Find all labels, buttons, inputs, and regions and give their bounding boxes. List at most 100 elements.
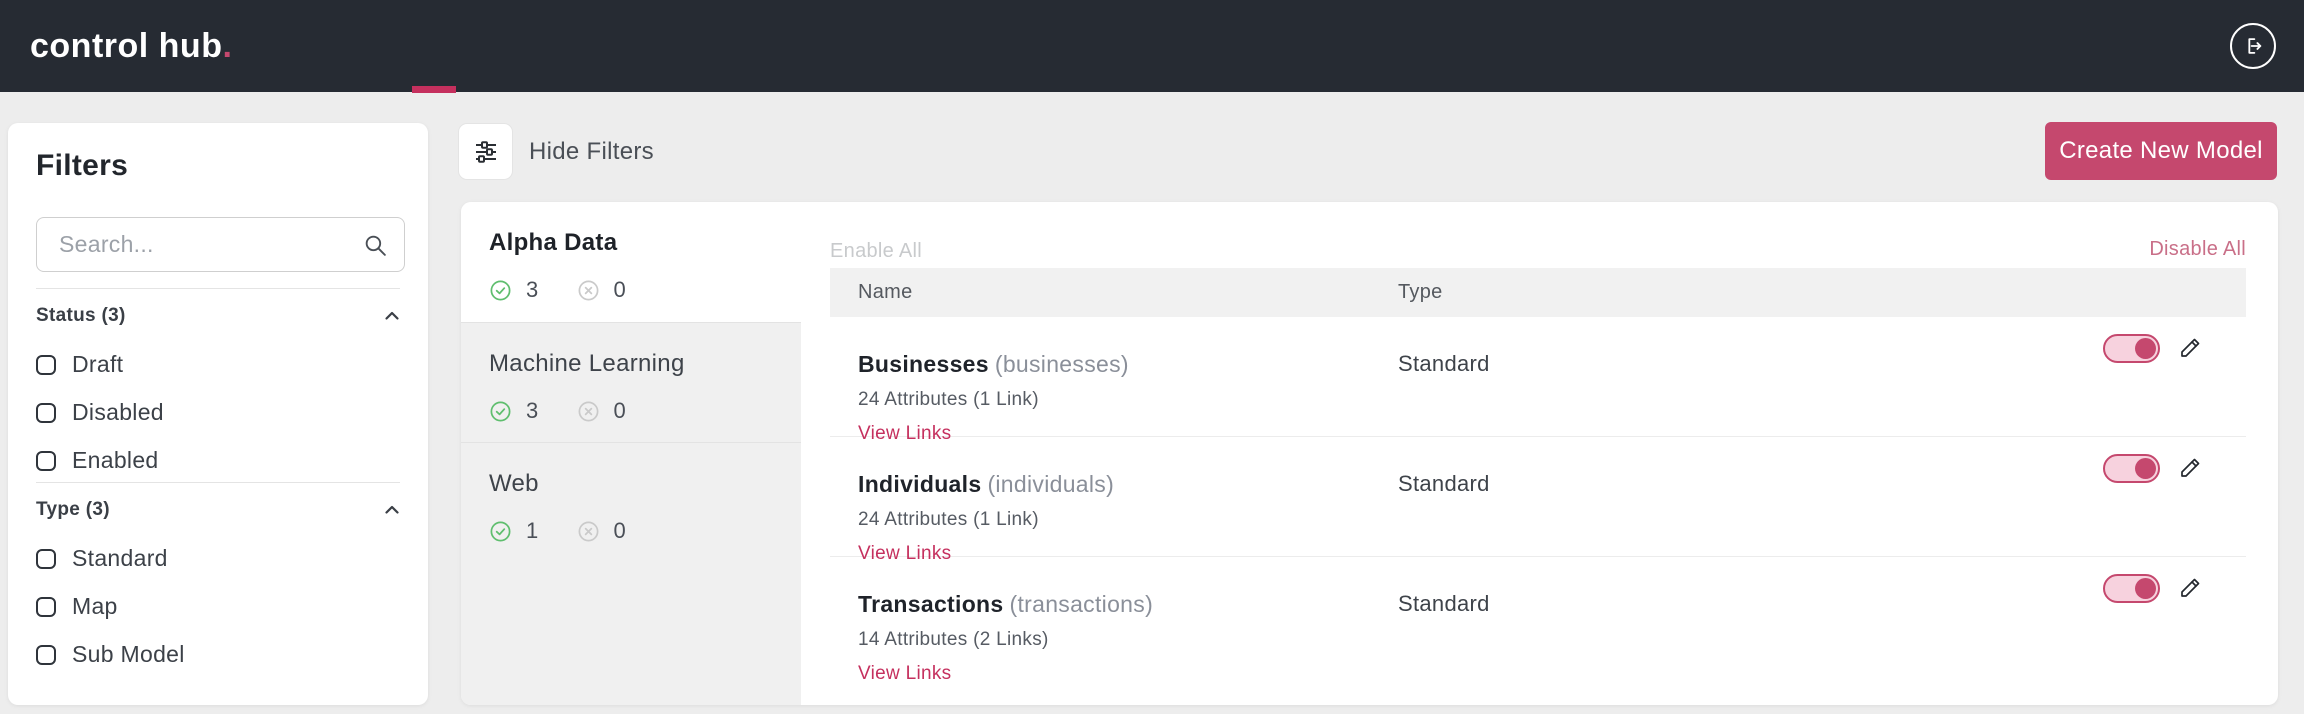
view-links-link[interactable]: View Links	[858, 663, 951, 685]
model-actions	[2103, 437, 2246, 556]
divider	[36, 482, 400, 483]
disabled-count: 0	[614, 518, 627, 544]
checkbox[interactable]	[36, 549, 56, 569]
nav-item[interactable]	[412, 0, 456, 92]
model-group-counts: 3 0	[489, 277, 773, 303]
enable-all-link[interactable]: Enable All	[830, 240, 922, 263]
filter-option[interactable]: Map	[36, 593, 400, 620]
top-nav-bar: control hub.	[0, 0, 2304, 92]
sliders-icon	[472, 138, 500, 166]
model-name-cell: Businesses(businesses) 24 Attributes (1 …	[858, 317, 1398, 436]
enabled-count: 1	[526, 518, 539, 544]
enabled-check-icon	[489, 520, 512, 543]
model-name-cell: Transactions(transactions) 14 Attributes…	[858, 557, 1398, 677]
model-group-name: Machine Learning	[489, 350, 773, 378]
disabled-x-icon	[577, 400, 600, 423]
search-input[interactable]	[37, 218, 404, 271]
model-row: Businesses(businesses) 24 Attributes (1 …	[830, 317, 2246, 437]
toggle-knob	[2135, 458, 2156, 479]
filter-option[interactable]: Standard	[36, 545, 400, 572]
nav-item[interactable]	[280, 0, 324, 92]
model-group-name: Alpha Data	[489, 229, 773, 257]
model-attributes: 24 Attributes (1 Link)	[858, 509, 1398, 531]
filter-option-label: Draft	[72, 351, 123, 378]
enabled-toggle[interactable]	[2103, 334, 2160, 363]
disabled-x-icon	[577, 520, 600, 543]
filter-option[interactable]: Draft	[36, 351, 400, 378]
logout-button[interactable]	[2230, 23, 2276, 69]
model-group-counts: 1 0	[489, 518, 773, 544]
filter-option-label: Standard	[72, 545, 168, 572]
model-group-item[interactable]: Web 1 0	[461, 442, 801, 562]
edit-icon[interactable]	[2178, 576, 2202, 600]
create-new-model-button[interactable]: Create New Model	[2045, 122, 2277, 180]
model-attributes: 14 Attributes (2 Links)	[858, 629, 1398, 651]
filter-option[interactable]: Disabled	[36, 399, 400, 426]
toggle-knob	[2135, 578, 2156, 599]
model-group-counts: 3 0	[489, 398, 773, 424]
nav-item[interactable]	[456, 0, 500, 92]
model-slug: (transactions)	[1010, 591, 1154, 617]
hide-filters-button[interactable]	[458, 123, 513, 180]
nav-item[interactable]	[544, 0, 588, 92]
type-section-header[interactable]: Type (3)	[36, 499, 400, 521]
model-row: Transactions(transactions) 14 Attributes…	[830, 557, 2246, 677]
table-toolbar: Enable All Disable All	[830, 202, 2246, 268]
checkbox[interactable]	[36, 403, 56, 423]
filters-title: Filters	[36, 149, 128, 183]
enabled-count: 3	[526, 398, 539, 424]
filter-option-label: Enabled	[72, 447, 159, 474]
primary-nav	[280, 0, 632, 92]
model-type: Standard	[1398, 437, 2103, 556]
nav-item[interactable]	[368, 0, 412, 92]
toggle-knob	[2135, 338, 2156, 359]
filter-option[interactable]: Sub Model	[36, 641, 400, 668]
model-row: Individuals(individuals) 24 Attributes (…	[830, 437, 2246, 557]
nav-item[interactable]	[588, 0, 632, 92]
model-name: Businesses	[858, 351, 989, 377]
nav-item[interactable]	[324, 0, 368, 92]
model-slug: (businesses)	[995, 351, 1129, 377]
model-group-item[interactable]: Machine Learning 3 0	[461, 322, 801, 442]
table-header: Name Type	[830, 268, 2246, 317]
nav-item[interactable]	[500, 0, 544, 92]
enabled-count: 3	[526, 277, 539, 303]
search-icon	[363, 233, 388, 258]
model-name: Transactions	[858, 591, 1004, 617]
hide-filters-label[interactable]: Hide Filters	[529, 138, 654, 166]
enabled-check-icon	[489, 400, 512, 423]
enabled-toggle[interactable]	[2103, 574, 2160, 603]
model-title: Individuals(individuals)	[858, 471, 1398, 498]
disabled-count: 0	[614, 277, 627, 303]
model-title: Businesses(businesses)	[858, 351, 1398, 378]
chevron-up-icon	[384, 502, 400, 518]
column-header-type: Type	[1398, 281, 1443, 304]
models-panel: Alpha Data 3 0 Machine Learning	[461, 202, 2278, 705]
checkbox[interactable]	[36, 451, 56, 471]
models-table: Enable All Disable All Name Type Busines…	[830, 202, 2246, 677]
enabled-toggle[interactable]	[2103, 454, 2160, 483]
model-group-list: Alpha Data 3 0 Machine Learning	[461, 202, 801, 705]
edit-icon[interactable]	[2178, 456, 2202, 480]
model-group-item[interactable]: Alpha Data 3 0	[461, 202, 801, 322]
app-logo-dot: .	[222, 27, 232, 65]
checkbox[interactable]	[36, 645, 56, 665]
edit-icon[interactable]	[2178, 336, 2202, 360]
disable-all-link[interactable]: Disable All	[2149, 238, 2246, 261]
checkbox[interactable]	[36, 355, 56, 375]
filter-option[interactable]: Enabled	[36, 447, 400, 474]
model-type: Standard	[1398, 317, 2103, 436]
app-logo[interactable]: control hub.	[30, 27, 232, 66]
model-attributes: 24 Attributes (1 Link)	[858, 389, 1398, 411]
disabled-count: 0	[614, 398, 627, 424]
filter-option-label: Map	[72, 593, 118, 620]
logout-icon	[2242, 35, 2264, 57]
status-section-header[interactable]: Status (3)	[36, 305, 400, 327]
model-slug: (individuals)	[987, 471, 1114, 497]
type-options: Standard Map Sub Model	[36, 545, 400, 668]
checkbox[interactable]	[36, 597, 56, 617]
model-type: Standard	[1398, 557, 2103, 677]
column-header-name: Name	[858, 281, 1398, 304]
search-box	[36, 217, 405, 272]
table-rows: Businesses(businesses) 24 Attributes (1 …	[830, 317, 2246, 677]
